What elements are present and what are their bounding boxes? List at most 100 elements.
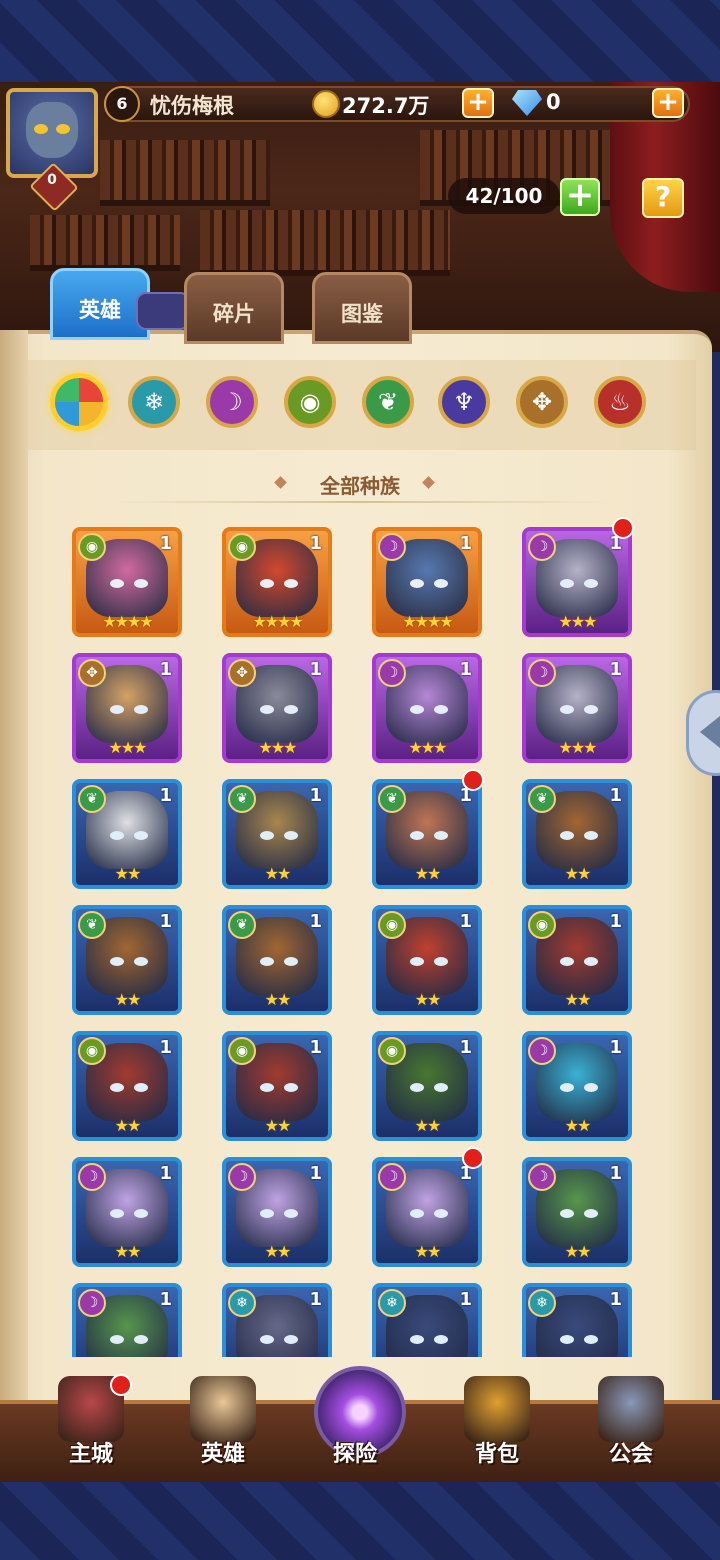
hero-capacity: 42/100 — [448, 178, 560, 214]
hero-card[interactable]: ☽ 1 ★★★ — [522, 653, 632, 763]
hero-eye — [584, 831, 598, 840]
hero-eye — [134, 705, 148, 714]
hero-card[interactable]: ☽ 1 ★★ — [72, 1157, 182, 1267]
hero-card[interactable]: ☽ 1 ★★★★ — [372, 527, 482, 637]
scroll-icon — [136, 292, 190, 330]
bookshelf — [200, 210, 450, 276]
leaf-race-icon: ❦ — [228, 785, 256, 813]
add-gold-button[interactable]: + — [462, 88, 494, 118]
nav-guild-tower[interactable]: 公会 — [576, 1366, 686, 1476]
hero-card[interactable]: ◉ 1 ★★★★ — [72, 527, 182, 637]
hero-card[interactable]: ◉ 1 ★★ — [372, 905, 482, 1015]
hero-eye — [584, 579, 598, 588]
help-button[interactable]: ? — [642, 178, 684, 218]
hero-card[interactable]: ☽ 1 ★★ — [522, 1157, 632, 1267]
hero-card[interactable]: ◉ 1 ★★ — [222, 1031, 332, 1141]
hero-eye — [410, 579, 424, 588]
rank-badge-value: 0 — [47, 172, 57, 188]
diamond-amount: 0 — [546, 90, 561, 114]
hero-level: 1 — [459, 911, 472, 932]
eye-race-icon: ◉ — [78, 1037, 106, 1065]
notification-dot — [462, 1147, 484, 1169]
dark-race-icon: ☽ — [78, 1163, 106, 1191]
hero-level: 1 — [459, 1289, 472, 1310]
nav-castle[interactable]: 主城 — [36, 1366, 146, 1476]
nav-label: 英雄 — [200, 1442, 245, 1467]
hero-card[interactable]: ☽ 1 ★★ — [222, 1157, 332, 1267]
hero-eye — [410, 1209, 424, 1218]
hero-eye — [434, 705, 448, 714]
nav-label: 背包 — [474, 1442, 519, 1467]
dark-race-icon[interactable]: ☽ — [206, 376, 258, 428]
hero-level: 1 — [159, 1163, 172, 1184]
tab-codex[interactable]: 图鉴 — [312, 272, 412, 344]
frost-race-icon: ❄ — [378, 1289, 406, 1317]
hero-eye — [560, 579, 574, 588]
notification-dot — [612, 517, 634, 539]
hero-card[interactable]: ✥ 1 ★★★ — [72, 653, 182, 763]
hero-card[interactable]: ❦ 1 ★★ — [72, 779, 182, 889]
hero-level: 1 — [159, 785, 172, 806]
hero-card[interactable]: ✥ 1 ★★★ — [222, 653, 332, 763]
hero-card[interactable]: ◉ 1 ★★★★ — [222, 527, 332, 637]
hero-eye — [110, 1209, 124, 1218]
hero-portrait-icon — [190, 1376, 256, 1442]
hero-eye — [284, 957, 298, 966]
hero-card[interactable]: ❦ 1 ★★ — [522, 779, 632, 889]
hero-stars: ★★ — [114, 1116, 142, 1135]
hero-card[interactable]: ❄ 1 — [522, 1283, 632, 1357]
hero-card[interactable]: ☽ 1 ★★ — [522, 1031, 632, 1141]
dark-race-icon: ☽ — [378, 533, 406, 561]
demon-race-icon[interactable]: ♆ — [438, 376, 490, 428]
eye-race-icon[interactable]: ◉ — [284, 376, 336, 428]
dark-race-icon: ☽ — [78, 1289, 106, 1317]
hero-stars: ★★ — [114, 990, 142, 1009]
expand-capacity-button[interactable]: + — [560, 178, 600, 216]
hero-card[interactable]: ☽ 1 ★★★ — [372, 653, 482, 763]
hero-card[interactable]: ☽ 1 — [72, 1283, 182, 1357]
guild-tower-icon — [598, 1376, 664, 1442]
dark-race-icon: ☽ — [378, 659, 406, 687]
nav-backpack[interactable]: 背包 — [442, 1366, 552, 1476]
all-races-icon[interactable] — [50, 373, 108, 431]
frost-race-icon[interactable]: ❄ — [128, 376, 180, 428]
hero-card[interactable]: ◉ 1 ★★ — [72, 1031, 182, 1141]
hero-eye — [134, 957, 148, 966]
hero-card[interactable]: ❦ 1 ★★ — [222, 779, 332, 889]
hero-card[interactable]: ☽ 1 ★★ — [372, 1157, 482, 1267]
frost-race-icon: ❄ — [228, 1289, 256, 1317]
nav-portal[interactable]: 探险 — [300, 1366, 410, 1476]
nav-hero-portrait[interactable]: 英雄 — [168, 1366, 278, 1476]
hero-level: 1 — [609, 1289, 622, 1310]
add-diamond-button[interactable]: + — [652, 88, 684, 118]
avatar-face — [26, 102, 78, 158]
hero-level: 1 — [459, 1037, 472, 1058]
leaf-race-icon: ❦ — [78, 911, 106, 939]
hero-card[interactable]: ◉ 1 ★★ — [372, 1031, 482, 1141]
tab-heroes[interactable]: 英雄 — [50, 268, 150, 340]
hero-eye — [110, 831, 124, 840]
hero-eye — [584, 1335, 598, 1344]
hero-eye — [284, 579, 298, 588]
hero-level: 1 — [159, 911, 172, 932]
holy-race-icon[interactable]: ✥ — [516, 376, 568, 428]
hero-stars: ★★ — [414, 1116, 442, 1135]
hero-eye — [260, 1335, 274, 1344]
hero-eye — [434, 579, 448, 588]
fire-race-icon[interactable]: ♨ — [594, 376, 646, 428]
hero-level: 1 — [609, 785, 622, 806]
hero-stars: ★★ — [564, 1242, 592, 1261]
leaf-race-icon[interactable]: ❦ — [362, 376, 414, 428]
hero-card[interactable]: ❦ 1 ★★ — [72, 905, 182, 1015]
hero-eye — [410, 831, 424, 840]
hero-card[interactable]: ☽ 1 ★★★ — [522, 527, 632, 637]
hero-card[interactable]: ❄ 1 — [372, 1283, 482, 1357]
player-name: 忧伤梅根 — [150, 94, 234, 118]
hero-card[interactable]: ❄ 1 — [222, 1283, 332, 1357]
hero-card[interactable]: ❦ 1 ★★ — [222, 905, 332, 1015]
hero-card[interactable]: ◉ 1 ★★ — [522, 905, 632, 1015]
hero-eye — [410, 957, 424, 966]
tab-fragments[interactable]: 碎片 — [184, 272, 284, 344]
hero-level: 1 — [159, 1037, 172, 1058]
hero-card[interactable]: ❦ 1 ★★ — [372, 779, 482, 889]
